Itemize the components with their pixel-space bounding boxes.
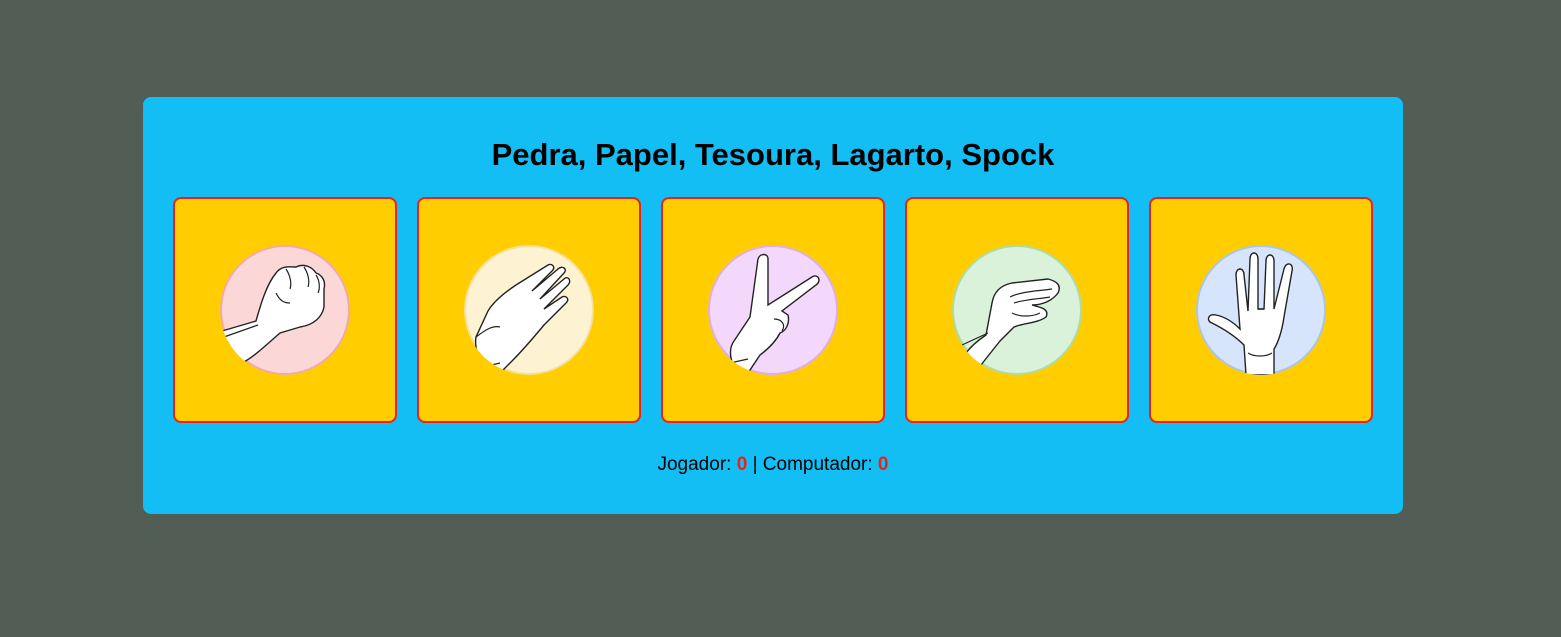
choice-card-rock[interactable] [173, 197, 397, 423]
game-title: Pedra, Papel, Tesoura, Lagarto, Spock [491, 137, 1055, 172]
spock-hand-icon [1196, 245, 1326, 375]
choice-card-lizard[interactable] [905, 197, 1129, 423]
computer-score-value: 0 [877, 454, 889, 475]
computer-score-label: Computador: [762, 454, 873, 475]
choice-card-paper[interactable] [417, 197, 641, 423]
choice-card-spock[interactable] [1149, 197, 1373, 423]
lizard-hand-icon [952, 245, 1082, 375]
scoreboard: Jogador: 0 | Computador: 0 [143, 454, 1403, 476]
paper-hand-icon [464, 245, 594, 375]
score-separator: | [752, 454, 758, 475]
game-panel: Pedra, Papel, Tesoura, Lagarto, Spock Jo… [143, 97, 1403, 514]
player-score-label: Jogador: [657, 454, 732, 475]
scissors-hand-icon [708, 245, 838, 375]
player-score-value: 0 [736, 454, 748, 475]
rock-hand-icon [220, 245, 350, 375]
choice-cards [173, 197, 1373, 423]
choice-card-scissors[interactable] [661, 197, 885, 423]
